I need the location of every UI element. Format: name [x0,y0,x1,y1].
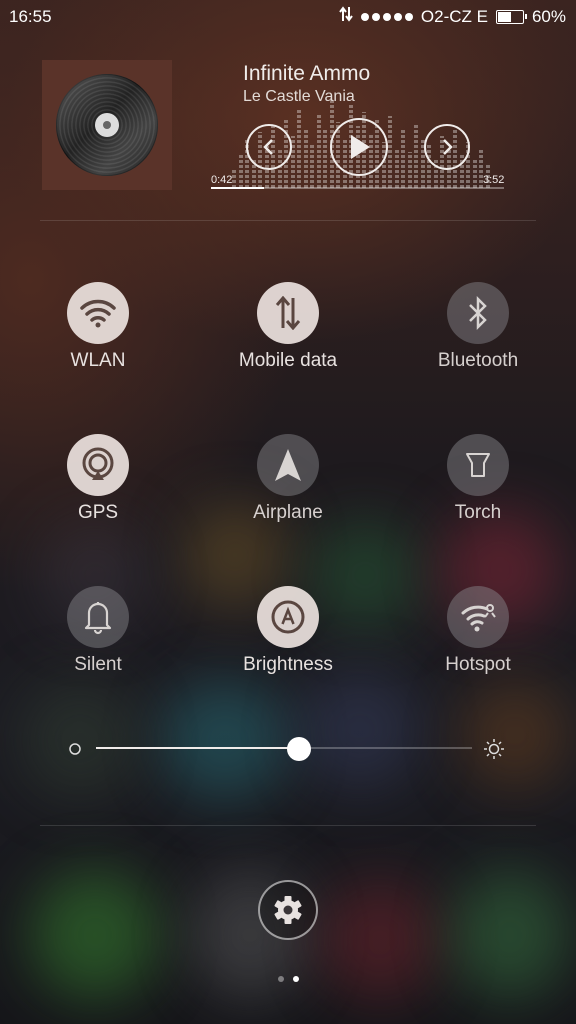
elapsed-time: 0:42 [211,174,233,186]
divider [40,220,536,221]
signal-strength-icon [360,12,413,21]
data-transfer-icon [339,6,353,27]
page-dot [278,976,284,982]
silent-label: Silent [74,654,122,675]
auto-brightness-icon [257,586,319,648]
mobile-data-icon [257,282,319,344]
carrier-name: O2-CZ E [420,6,488,26]
page-indicator [278,976,299,982]
playback-progress-bar[interactable] [211,187,504,189]
brightness-slider-thumb[interactable] [287,737,312,761]
bluetooth-label: Bluetooth [437,350,519,371]
gear-icon [274,896,302,924]
album-art[interactable] [42,60,172,190]
battery-percent: 60% [531,6,566,26]
chevron-right-icon [443,139,453,155]
wifi-icon [67,282,129,344]
gps-icon [67,434,129,496]
settings-button[interactable] [258,880,318,940]
play-icon [351,135,370,159]
next-button[interactable] [424,124,470,170]
battery-icon [495,9,527,24]
gps-toggle[interactable]: GPS [3,434,193,544]
play-button[interactable] [330,118,388,176]
torch-icon [447,434,509,496]
mobile-data-label: Mobile data [238,350,338,371]
silent-toggle[interactable]: Silent [3,586,193,696]
divider [40,825,536,826]
status-time: 16:55 [9,7,52,26]
song-title: Infinite Ammo [243,62,371,85]
page-dot [293,976,299,982]
wlan-toggle[interactable]: WLAN [3,282,193,392]
airplane-icon [257,434,319,496]
mobile-data-toggle[interactable]: Mobile data [193,282,383,392]
gps-label: GPS [77,502,119,523]
brightness-low-icon [69,743,81,755]
brightness-high-icon [484,739,504,759]
music-widget: Infinite Ammo Le Castle Vania 0:42 3:52 [0,60,576,200]
brightness-label: Brightness [243,654,333,675]
torch-label: Torch [454,502,502,523]
bell-icon [67,586,129,648]
status-bar: 16:55 O2-CZ E 60% [0,0,576,34]
wlan-label: WLAN [70,350,126,371]
airplane-label: Airplane [253,502,323,523]
airplane-toggle[interactable]: Airplane [193,434,383,544]
bluetooth-icon [447,282,509,344]
track-duration: 3:52 [483,174,505,186]
torch-toggle[interactable]: Torch [383,434,573,544]
vinyl-disc-icon [56,74,158,176]
previous-button[interactable] [246,124,292,170]
bluetooth-toggle[interactable]: Bluetooth [383,282,573,392]
brightness-toggle[interactable]: Brightness [193,586,383,696]
hotspot-toggle[interactable]: Hotspot [383,586,573,696]
song-artist: Le Castle Vania [243,88,355,105]
chevron-left-icon [263,139,273,155]
brightness-slider[interactable] [68,734,508,764]
hotspot-icon [447,586,509,648]
hotspot-label: Hotspot [445,654,511,675]
